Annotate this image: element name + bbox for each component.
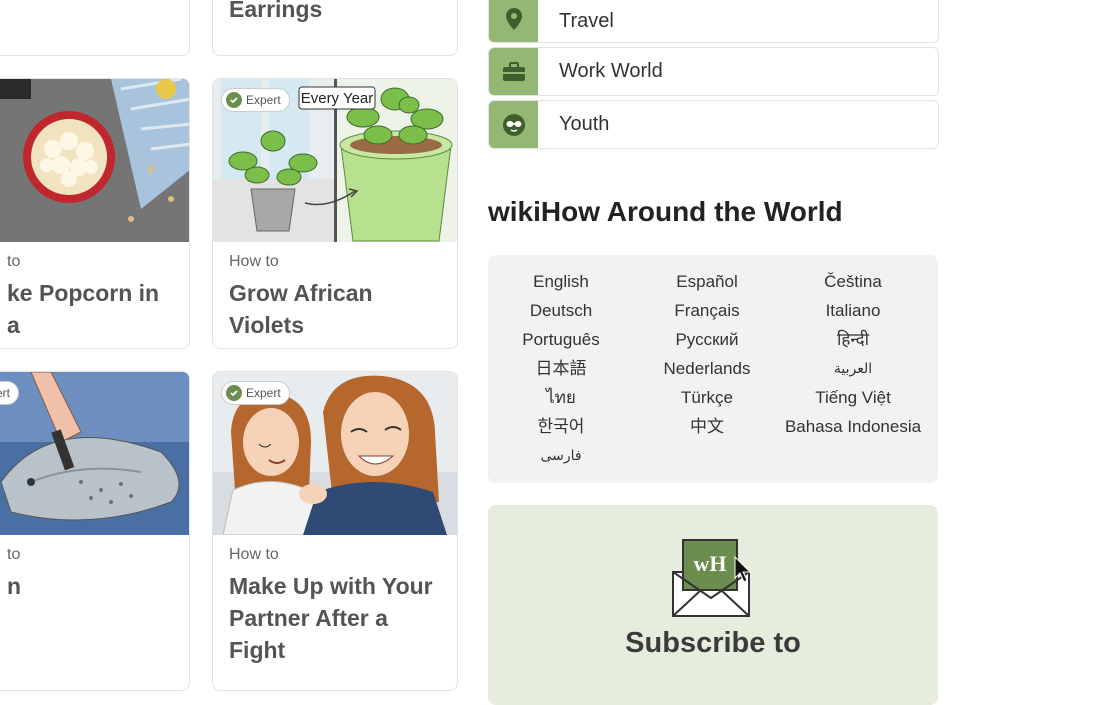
language-link[interactable]: हिन्दी — [780, 325, 926, 354]
article-card-earrings-2[interactable]: Earrings — [212, 0, 458, 56]
card-title: Make Up with Your Partner After a Fight — [229, 573, 433, 663]
fish-image — [0, 372, 189, 535]
category-label: Work World — [559, 60, 663, 82]
language-link[interactable]: 中文 — [634, 412, 780, 441]
category-youth[interactable]: Youth — [488, 100, 939, 149]
card-howto: to — [7, 546, 21, 563]
language-link[interactable]: 日本語 — [488, 354, 634, 383]
category-work-world[interactable]: Work World — [488, 47, 939, 96]
card-title: Earrings — [229, 0, 323, 22]
check-icon — [226, 92, 242, 108]
language-link[interactable]: Português — [488, 325, 634, 354]
article-card-fish[interactable]: ert to n — [0, 371, 190, 691]
map-pin-icon — [489, 0, 538, 42]
category-travel[interactable]: Travel — [488, 0, 939, 43]
language-link[interactable]: Español — [634, 267, 780, 296]
article-card-popcorn[interactable]: to ke Popcorn in a n — [0, 78, 190, 349]
card-howto: How to — [229, 253, 279, 270]
category-label: Travel — [559, 10, 614, 32]
language-link[interactable]: ไทย — [488, 383, 634, 412]
article-card-earrings[interactable] — [0, 0, 190, 56]
wikihow-logo: wH — [694, 551, 727, 576]
every-year-tag: Every Year — [301, 90, 374, 107]
language-link[interactable]: Italiano — [780, 296, 926, 325]
expert-badge: Expert — [221, 381, 290, 405]
card-title: ke Popcorn in a n — [7, 280, 160, 348]
language-link[interactable]: العربية — [780, 354, 926, 383]
card-title: Grow African Violets — [229, 280, 373, 338]
article-card-make-up[interactable]: Expert How to Make Up with Your Partner … — [212, 371, 458, 691]
language-link[interactable]: English — [488, 267, 634, 296]
badge-label: Expert — [246, 386, 281, 400]
card-howto: to — [7, 253, 21, 270]
briefcase-icon — [489, 48, 538, 95]
badge-label: Expert — [246, 93, 281, 107]
language-link[interactable]: Türkçe — [634, 383, 780, 412]
subscribe-panel: wH Subscribe to — [488, 505, 938, 705]
language-link[interactable]: Deutsch — [488, 296, 634, 325]
language-link[interactable]: Tiếng Việt — [780, 383, 926, 412]
language-link[interactable]: Français — [634, 296, 780, 325]
check-icon — [226, 385, 242, 401]
mouse-cursor-icon — [734, 556, 752, 583]
language-link[interactable]: Čeština — [780, 267, 926, 296]
card-howto: How to — [229, 546, 279, 563]
section-title-world: wikiHow Around the World — [488, 196, 843, 227]
language-list: English Español Čeština Deutsch Français… — [488, 255, 938, 483]
article-card-african-violets[interactable]: Every Year Expert How to Grow African Vi… — [212, 78, 458, 349]
language-link[interactable]: Bahasa Indonesia — [780, 412, 926, 441]
language-link[interactable]: Русский — [634, 325, 780, 354]
sunglasses-face-icon — [489, 101, 538, 148]
language-link[interactable]: 한국어 — [488, 412, 634, 441]
language-link[interactable]: فارسی — [488, 441, 634, 470]
language-link[interactable]: Nederlands — [634, 354, 780, 383]
badge-label: ert — [0, 386, 11, 400]
category-label: Youth — [559, 113, 610, 135]
card-title: n — [7, 573, 22, 599]
popcorn-image — [0, 79, 189, 242]
subscribe-title: Subscribe to — [625, 627, 801, 659]
expert-badge: Expert — [221, 88, 290, 112]
